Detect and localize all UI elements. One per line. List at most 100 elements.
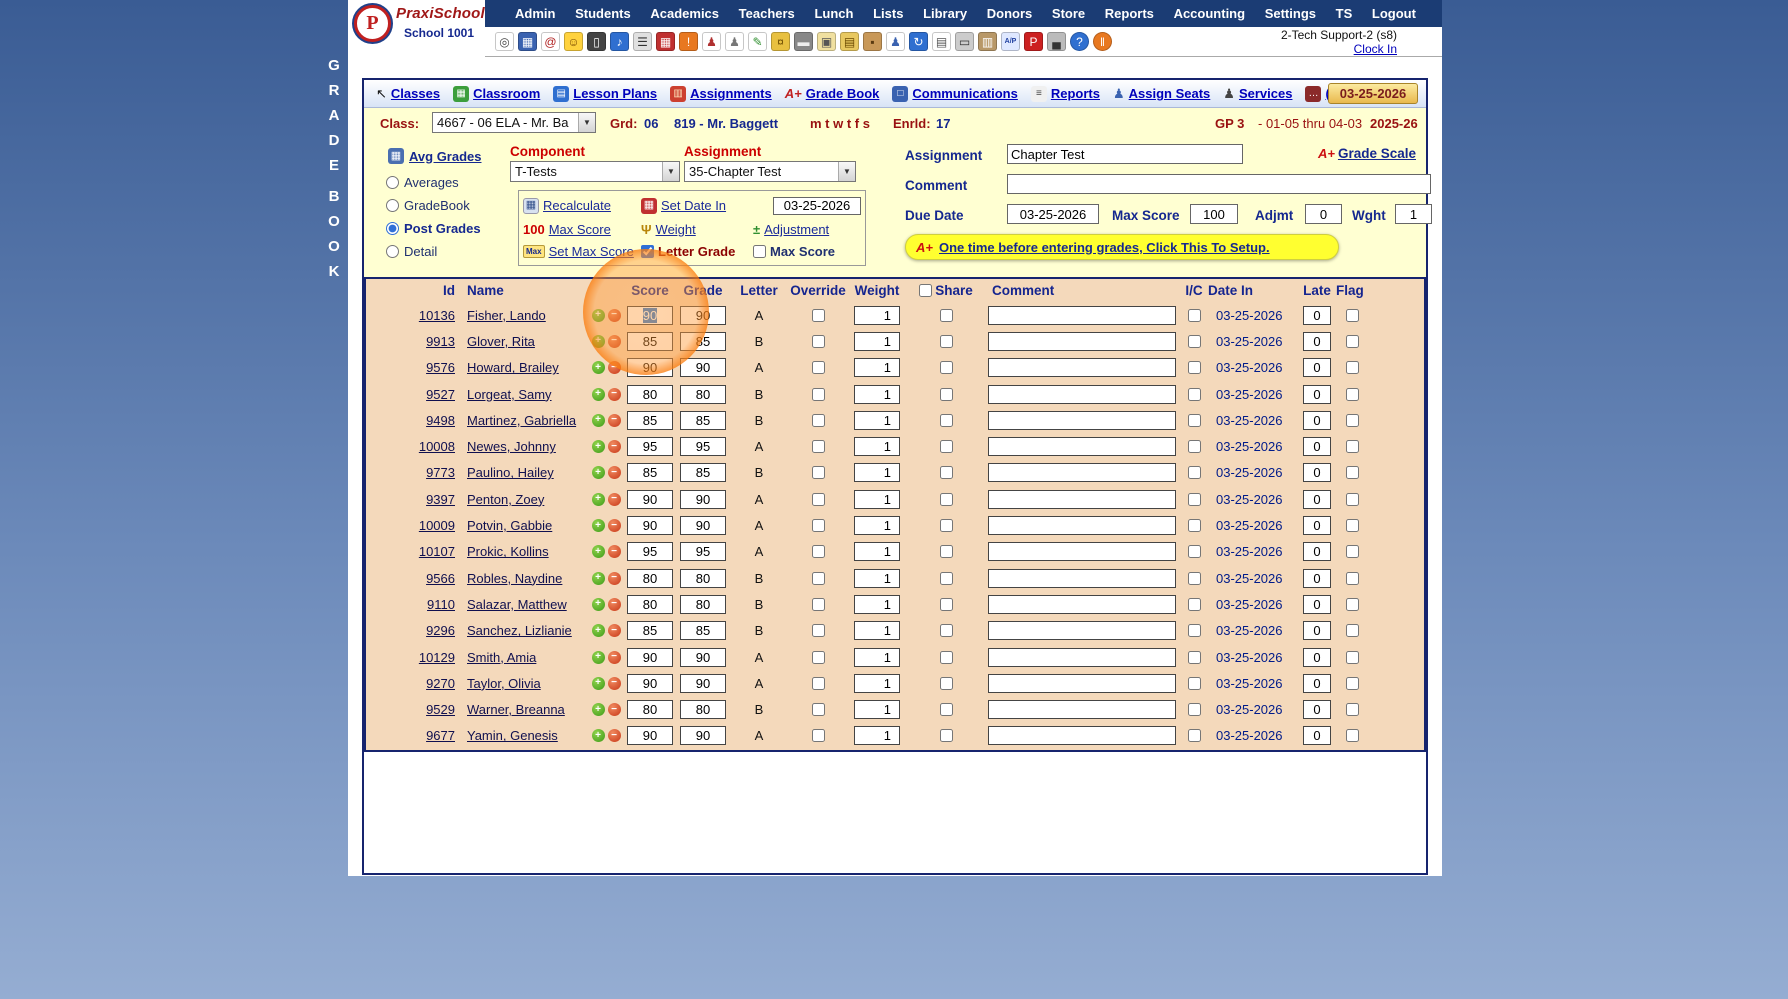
override-checkbox[interactable] <box>812 729 825 742</box>
student-id-link[interactable]: 9498 <box>426 413 455 428</box>
decrement-score-button[interactable]: − <box>608 414 621 427</box>
grade-input[interactable] <box>680 358 726 377</box>
student-name-link[interactable]: Warner, Breanna <box>467 702 565 717</box>
student-icon[interactable]: ♟ <box>702 32 721 51</box>
ap-icon[interactable]: A/P <box>1001 32 1020 51</box>
comment-input[interactable] <box>988 621 1176 640</box>
late-input[interactable] <box>1303 490 1331 509</box>
component-select[interactable]: T-Tests ▼ <box>510 161 680 182</box>
view-option-averages[interactable]: Averages <box>386 171 481 194</box>
grade-input[interactable] <box>680 621 726 640</box>
student-name-link[interactable]: Fisher, Lando <box>467 308 546 323</box>
score-input[interactable] <box>627 463 673 482</box>
late-input[interactable] <box>1303 516 1331 535</box>
score-input[interactable] <box>627 358 673 377</box>
flag-checkbox[interactable] <box>1346 493 1359 506</box>
adjustment-link[interactable]: Adjustment <box>764 222 829 237</box>
increment-score-button[interactable]: + <box>592 335 605 348</box>
grade-input[interactable] <box>680 385 726 404</box>
share-checkbox[interactable] <box>940 414 953 427</box>
flag-checkbox[interactable] <box>1346 545 1359 558</box>
comment-input[interactable] <box>988 542 1176 561</box>
late-input[interactable] <box>1303 411 1331 430</box>
comment-input[interactable] <box>988 700 1176 719</box>
flag-checkbox[interactable] <box>1346 624 1359 637</box>
student-name-link[interactable]: Prokic, Kollins <box>467 544 549 559</box>
weight-input[interactable] <box>854 306 900 325</box>
briefcase-icon[interactable]: ▪ <box>863 32 882 51</box>
mobile-icon[interactable]: ▯ <box>587 32 606 51</box>
flag-checkbox[interactable] <box>1346 335 1359 348</box>
comment-input[interactable] <box>988 411 1176 430</box>
ic-checkbox[interactable] <box>1188 335 1201 348</box>
subnav-communications[interactable]: □Communications <box>892 86 1017 102</box>
override-checkbox[interactable] <box>812 598 825 611</box>
score-input[interactable] <box>627 306 673 325</box>
document-icon[interactable]: ▤ <box>932 32 951 51</box>
override-checkbox[interactable] <box>812 466 825 479</box>
override-checkbox[interactable] <box>812 572 825 585</box>
share-checkbox[interactable] <box>940 309 953 322</box>
top-nav-donors[interactable]: Donors <box>987 6 1033 21</box>
share-checkbox[interactable] <box>940 388 953 401</box>
ic-checkbox[interactable] <box>1188 309 1201 322</box>
share-checkbox[interactable] <box>940 361 953 374</box>
top-nav-teachers[interactable]: Teachers <box>739 6 795 21</box>
weight-input[interactable] <box>854 569 900 588</box>
ic-checkbox[interactable] <box>1188 519 1201 532</box>
subnav-grade-book[interactable]: A+Grade Book <box>785 86 880 101</box>
subnav-assignments[interactable]: ▥Assignments <box>670 86 772 102</box>
smiley-icon[interactable]: ☺ <box>564 32 583 51</box>
comment-input[interactable] <box>988 569 1176 588</box>
assignment-comment-input[interactable] <box>1007 174 1431 194</box>
pdf-icon[interactable]: P <box>1024 32 1043 51</box>
flag-checkbox[interactable] <box>1346 651 1359 664</box>
ic-checkbox[interactable] <box>1188 466 1201 479</box>
score-input[interactable] <box>627 332 673 351</box>
weight-input[interactable] <box>854 700 900 719</box>
weight-input[interactable] <box>854 648 900 667</box>
calendar-icon[interactable]: ▦ <box>656 32 675 51</box>
share-checkbox[interactable] <box>940 545 953 558</box>
decrement-score-button[interactable]: − <box>608 572 621 585</box>
increment-score-button[interactable]: + <box>592 309 605 322</box>
share-checkbox[interactable] <box>940 466 953 479</box>
decrement-score-button[interactable]: − <box>608 651 621 664</box>
due-date-input[interactable] <box>1007 204 1099 224</box>
view-option-post-grades[interactable]: Post Grades <box>386 217 481 240</box>
max-score-link[interactable]: Max Score <box>549 222 611 237</box>
news-icon[interactable]: ☰ <box>633 32 652 51</box>
override-checkbox[interactable] <box>812 388 825 401</box>
late-input[interactable] <box>1303 542 1331 561</box>
grade-input[interactable] <box>680 516 726 535</box>
adjmt-input[interactable] <box>1305 204 1342 224</box>
flag-checkbox[interactable] <box>1346 388 1359 401</box>
top-nav-ts[interactable]: TS <box>1336 6 1353 21</box>
decrement-score-button[interactable]: − <box>608 335 621 348</box>
weight-input[interactable] <box>854 411 900 430</box>
override-checkbox[interactable] <box>812 651 825 664</box>
radio-gradebook[interactable] <box>386 199 399 212</box>
score-input[interactable] <box>627 648 673 667</box>
decrement-score-button[interactable]: − <box>608 466 621 479</box>
ic-checkbox[interactable] <box>1188 414 1201 427</box>
score-input[interactable] <box>627 411 673 430</box>
grade-input[interactable] <box>680 595 726 614</box>
weight-input[interactable] <box>854 595 900 614</box>
edit-icon[interactable]: ✎ <box>748 32 767 51</box>
increment-score-button[interactable]: + <box>592 361 605 374</box>
student-name-link[interactable]: Potvin, Gabbie <box>467 518 552 533</box>
student-name-link[interactable]: Sanchez, Lizlianie <box>467 623 572 638</box>
late-input[interactable] <box>1303 726 1331 745</box>
share-checkbox[interactable] <box>940 624 953 637</box>
student-id-link[interactable]: 9110 <box>427 597 455 612</box>
score-input[interactable] <box>627 700 673 719</box>
comment-input[interactable] <box>988 437 1176 456</box>
decrement-score-button[interactable]: − <box>608 440 621 453</box>
flag-checkbox[interactable] <box>1346 703 1359 716</box>
score-input[interactable] <box>627 569 673 588</box>
ic-checkbox[interactable] <box>1188 729 1201 742</box>
keyboard-icon[interactable]: ▭ <box>955 32 974 51</box>
radio-post-grades[interactable] <box>386 222 399 235</box>
override-checkbox[interactable] <box>812 361 825 374</box>
